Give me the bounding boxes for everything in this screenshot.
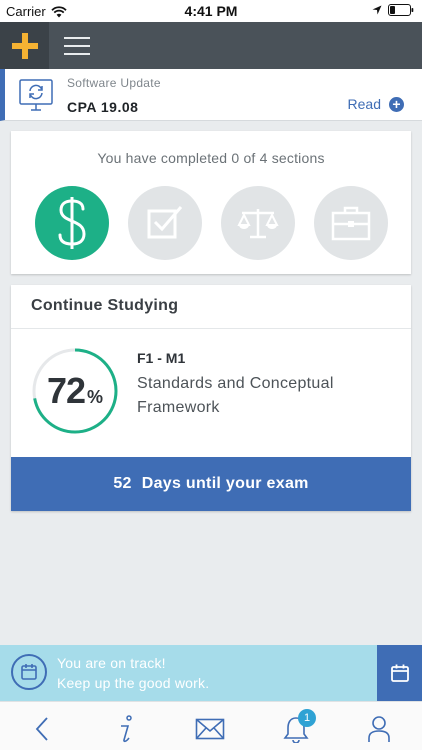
monitor-sync-icon bbox=[19, 79, 53, 111]
progress-card: You have completed 0 of 4 sections bbox=[11, 131, 411, 274]
back-icon bbox=[35, 717, 48, 741]
dollar-icon bbox=[58, 197, 86, 249]
profile-icon bbox=[368, 716, 390, 742]
hamburger-menu-icon bbox=[64, 37, 90, 55]
read-label: Read bbox=[347, 96, 381, 112]
status-right bbox=[372, 4, 414, 16]
section-aud-button[interactable] bbox=[128, 186, 202, 260]
calendar-button[interactable] bbox=[377, 645, 422, 701]
plus-circle-icon: + bbox=[389, 96, 404, 112]
briefcase-icon bbox=[331, 206, 371, 241]
divider bbox=[11, 328, 411, 329]
update-version: CPA 19.08 bbox=[67, 99, 139, 115]
section-reg-button[interactable] bbox=[221, 186, 295, 260]
days-until-exam-value: 52 bbox=[113, 475, 132, 492]
app-header bbox=[0, 22, 422, 69]
progress-ring-label: 72 % bbox=[31, 347, 119, 435]
track-message-title: You are on track! bbox=[57, 655, 166, 671]
continue-studying-title: Continue Studying bbox=[31, 297, 179, 314]
location-arrow-icon bbox=[372, 5, 382, 15]
nav-back-button[interactable] bbox=[27, 714, 57, 744]
nav-notifications-button[interactable]: 1 bbox=[281, 709, 316, 744]
nav-info-button[interactable] bbox=[110, 714, 140, 744]
track-icon-wrap bbox=[11, 654, 47, 690]
exam-countdown-bar[interactable]: 52 Days until your exam bbox=[11, 457, 411, 511]
status-time: 4:41 PM bbox=[184, 3, 238, 19]
on-track-banner: You are on track! Keep up the good work. bbox=[0, 645, 422, 701]
continue-studying-card[interactable]: Continue Studying 72 % F1 - M1 Standards… bbox=[11, 285, 411, 511]
calendar-icon bbox=[21, 664, 37, 680]
nav-profile-button[interactable] bbox=[364, 714, 394, 744]
plus-logo-icon bbox=[11, 32, 38, 59]
mail-icon bbox=[195, 718, 225, 740]
nav-mail-button[interactable] bbox=[195, 714, 225, 744]
section-bec-button[interactable] bbox=[314, 186, 388, 260]
info-icon bbox=[121, 715, 132, 743]
days-until-exam-label: Days until your exam bbox=[141, 475, 309, 492]
percent-unit: % bbox=[87, 386, 104, 407]
menu-button[interactable] bbox=[62, 34, 92, 58]
percent-value: 72 bbox=[46, 370, 86, 411]
read-button[interactable]: Read + bbox=[348, 96, 404, 112]
calendar-icon bbox=[390, 664, 409, 682]
update-icon-wrap bbox=[18, 77, 54, 118]
bottom-nav: 1 bbox=[0, 701, 422, 750]
module-name: Standards and Conceptual Framework bbox=[137, 375, 334, 416]
track-message-subtitle: Keep up the good work. bbox=[57, 675, 210, 691]
checkbox-icon bbox=[147, 206, 183, 239]
section-far-button[interactable] bbox=[35, 186, 109, 260]
software-update-bar: Software Update CPA 19.08 Read + bbox=[0, 69, 422, 121]
notification-badge: 1 bbox=[298, 709, 316, 727]
progress-text: You have completed 0 of 4 sections bbox=[97, 150, 325, 166]
status-bar: Carrier 4:41 PM bbox=[0, 0, 422, 22]
module-code: F1 - M1 bbox=[137, 350, 186, 366]
update-label: Software Update bbox=[67, 76, 161, 90]
battery-icon bbox=[388, 4, 414, 16]
logo-button[interactable] bbox=[0, 22, 49, 69]
scales-icon bbox=[237, 209, 279, 239]
